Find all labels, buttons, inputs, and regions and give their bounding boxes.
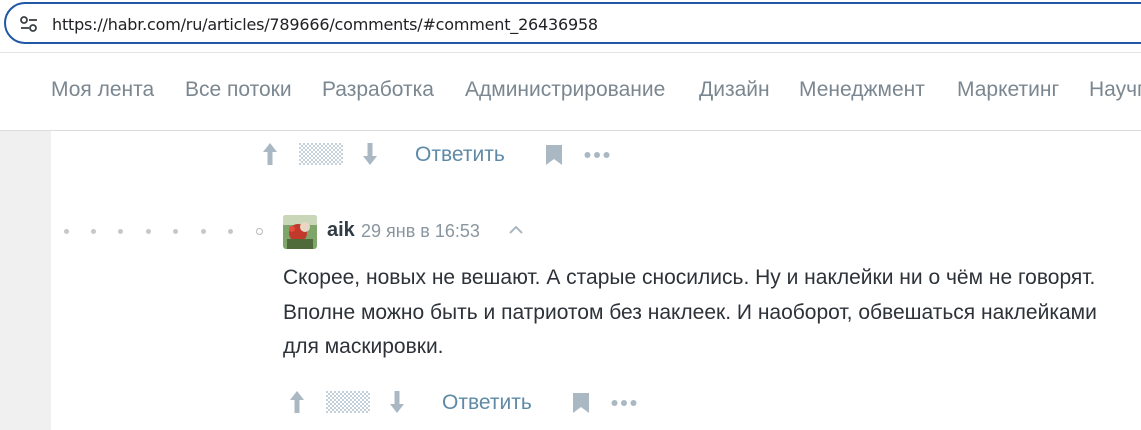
- browser-address-bar: https://habr.com/ru/articles/789666/comm…: [0, 0, 1141, 53]
- nav-item-science[interactable]: Научп: [1089, 78, 1141, 102]
- nav-item-all-streams[interactable]: Все потоки: [185, 78, 292, 102]
- comments-area: Ответить aik 29 янв в 16:53 Скорее, новы…: [51, 131, 1141, 430]
- vote-up-icon[interactable]: [261, 141, 279, 167]
- comment-timestamp[interactable]: 29 янв в 16:53: [361, 221, 480, 242]
- comment-author[interactable]: aik: [327, 219, 355, 242]
- reply-button[interactable]: Ответить: [442, 391, 532, 415]
- comment-actions-previous: Ответить: [261, 141, 661, 171]
- thread-dot: [173, 229, 178, 234]
- rating-hidden-icon: [299, 143, 343, 165]
- more-options-icon[interactable]: [584, 151, 610, 159]
- nav-item-marketing[interactable]: Маркетинг: [957, 78, 1059, 102]
- vote-down-icon[interactable]: [388, 389, 406, 415]
- avatar[interactable]: [283, 215, 317, 249]
- nav-item-management[interactable]: Менеджмент: [799, 78, 925, 102]
- more-options-icon[interactable]: [611, 399, 637, 407]
- thread-dot: [64, 229, 69, 234]
- comment-body: Скорее, новых не вешают. А старые сносил…: [283, 266, 1097, 358]
- thread-dot: [91, 229, 96, 234]
- vote-down-icon[interactable]: [361, 141, 379, 167]
- avatar-image: [283, 215, 317, 249]
- collapse-thread-icon[interactable]: [508, 225, 524, 235]
- vote-up-icon[interactable]: [288, 389, 306, 415]
- thread-dot: [118, 229, 123, 234]
- thread-dot: [146, 229, 151, 234]
- site-settings-icon[interactable]: [19, 15, 39, 33]
- habr-nav-bar: Моя лента Все потоки Разработка Админист…: [0, 53, 1141, 131]
- rating-hidden-icon: [326, 391, 370, 413]
- nav-item-administration[interactable]: Администрирование: [465, 78, 665, 102]
- url-text[interactable]: https://habr.com/ru/articles/789666/comm…: [52, 15, 598, 34]
- bookmark-icon[interactable]: [545, 144, 563, 166]
- nav-item-development[interactable]: Разработка: [322, 78, 434, 102]
- nav-item-my-feed[interactable]: Моя лента: [51, 78, 154, 102]
- comment-actions: Ответить: [288, 389, 688, 419]
- bookmark-icon[interactable]: [572, 392, 590, 414]
- url-field[interactable]: https://habr.com/ru/articles/789666/comm…: [4, 2, 1141, 44]
- reply-button[interactable]: Ответить: [415, 143, 505, 167]
- thread-current-marker: [256, 228, 263, 235]
- nav-item-design[interactable]: Дизайн: [699, 78, 770, 102]
- thread-dot: [201, 229, 206, 234]
- thread-dot: [228, 229, 233, 234]
